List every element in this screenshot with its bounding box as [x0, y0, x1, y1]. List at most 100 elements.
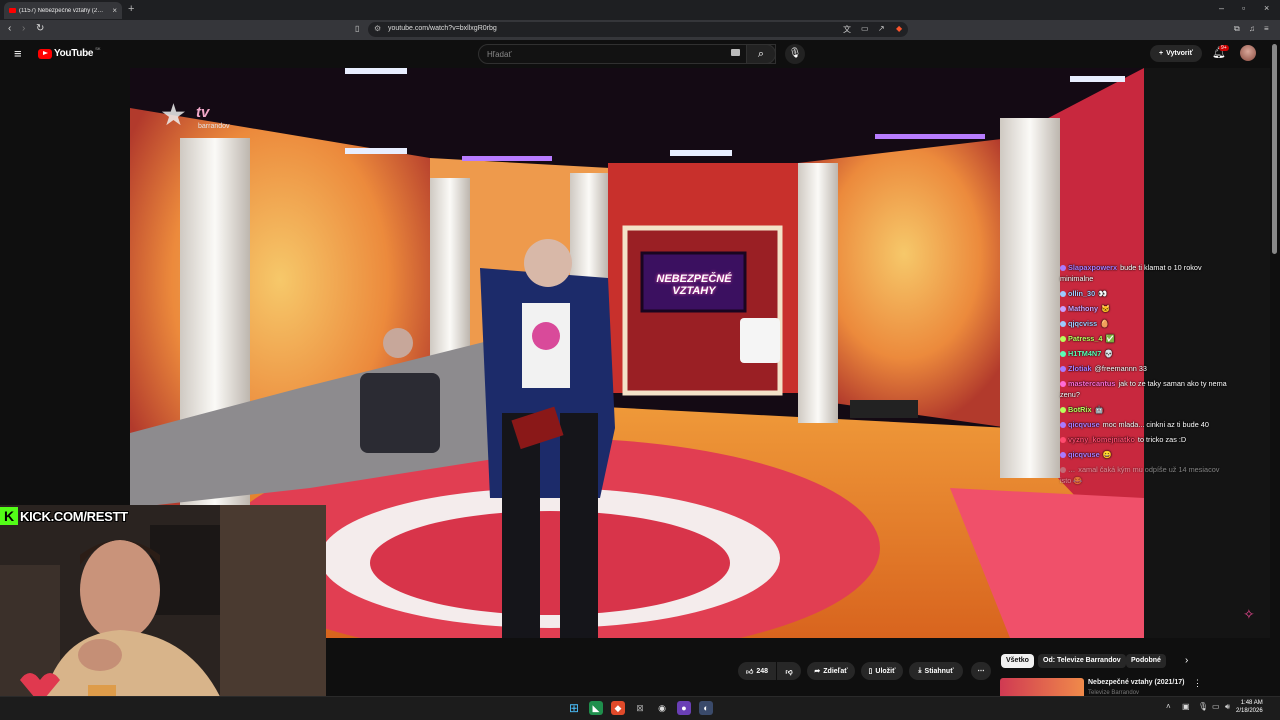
- chip-next-chevron-icon[interactable]: ›: [1185, 655, 1188, 666]
- chat-message: ollin_30 👀: [1060, 288, 1230, 299]
- chat-text: 🐱: [1101, 304, 1111, 313]
- url-text: youtube.com/watch?v=bxllxgR0rbg: [388, 25, 497, 32]
- tab-close-icon[interactable]: ×: [112, 6, 117, 15]
- download-button[interactable]: ⤓ Stiahnuť: [909, 662, 963, 680]
- tray-app-icon[interactable]: ▣: [1182, 702, 1190, 711]
- close-window-icon[interactable]: ×: [1264, 3, 1269, 13]
- youtube-favicon-icon: [9, 8, 16, 13]
- chip-from-channel[interactable]: Od: Televize Barrandov: [1038, 654, 1126, 668]
- forward-icon[interactable]: ›: [22, 23, 25, 34]
- like-button[interactable]: 👍︎ 248: [738, 662, 776, 680]
- microphone-tray-icon[interactable]: 🎙︎: [1198, 702, 1208, 711]
- hamburger-menu-icon[interactable]: ≡: [14, 46, 22, 61]
- reload-icon[interactable]: ↻: [36, 23, 44, 34]
- chat-message: BotRix 🤖: [1060, 404, 1230, 415]
- url-field[interactable]: ⚙ youtube.com/watch?v=bxllxgR0rbg: [368, 22, 908, 37]
- chat-badge-icon: [1060, 291, 1066, 298]
- share-button[interactable]: ➦ Zdieľať: [807, 662, 855, 680]
- chat-badge-icon: [1060, 422, 1066, 429]
- browser-tab-bar: [0, 0, 1280, 20]
- media-icon[interactable]: ♫: [1249, 24, 1255, 33]
- chat-message: qjqcviss 🥚: [1060, 318, 1230, 329]
- brave-shield-icon[interactable]: ◆: [896, 24, 902, 33]
- chat-badge-icon: [1060, 366, 1066, 373]
- app-icon-purple[interactable]: ●: [677, 701, 691, 715]
- microphone-icon: 🎙: [788, 48, 802, 59]
- create-button[interactable]: + Vytvoriť: [1150, 45, 1202, 62]
- chat-username: H1TM4N7: [1068, 349, 1102, 358]
- like-count: 248: [756, 667, 768, 675]
- recommended-video-title[interactable]: Nebezpečné vztahy (2021/17): [1088, 679, 1185, 686]
- chat-message: H1TM4N7 💀: [1060, 348, 1230, 359]
- search-button[interactable]: ⌕: [746, 44, 776, 64]
- kick-url: KICK.COM/RESTT: [20, 508, 128, 524]
- obs-icon[interactable]: ◉: [655, 701, 669, 715]
- recommended-more-icon[interactable]: ⋮: [1193, 678, 1202, 689]
- star-logo-icon: ★: [160, 99, 187, 132]
- more-actions-button[interactable]: ⋯: [971, 662, 991, 680]
- tray-chevron-icon[interactable]: ˄: [1166, 702, 1171, 711]
- keyboard-icon[interactable]: [731, 49, 740, 56]
- browser-menu-icon[interactable]: ≡: [1264, 24, 1269, 33]
- translate-icon[interactable]: 文: [843, 24, 851, 35]
- back-icon[interactable]: ‹: [8, 23, 11, 34]
- minimize-icon[interactable]: –: [1219, 3, 1224, 13]
- chat-username: qjqcviss: [1068, 319, 1098, 328]
- chat-badge-icon: [1060, 437, 1066, 444]
- chip-related[interactable]: Podobné: [1126, 654, 1166, 668]
- extensions-icon[interactable]: ⧉: [1234, 24, 1240, 34]
- stage-light-2: [462, 156, 552, 161]
- chat-text: to tricko zas :D: [1137, 435, 1187, 444]
- chat-username: Patress_4: [1068, 334, 1103, 343]
- share-icon[interactable]: ↗: [878, 24, 885, 33]
- stage-light-3: [670, 150, 732, 156]
- stage-light-5: [1070, 76, 1125, 82]
- thumbs-up-icon: 👍︎: [745, 668, 754, 676]
- download-label: Stiahnuť: [924, 667, 954, 675]
- stream-chat-overlay: Slapaxpowerx bude ti klamat o 10 rokov mi…: [1060, 262, 1230, 490]
- file-app-icon[interactable]: ◣: [589, 701, 603, 715]
- scrollbar-thumb[interactable]: [1272, 44, 1277, 254]
- taskbar-clock[interactable]: 1:48 AM 2/18/2026: [1236, 699, 1263, 715]
- chat-badge-icon: [1060, 381, 1066, 388]
- chat-message: Patress_4 ✅: [1060, 333, 1230, 344]
- youtube-play-icon: [38, 48, 52, 59]
- channel-watermark-name: barrandov: [198, 123, 230, 130]
- maximize-icon[interactable]: ▫: [1242, 3, 1245, 13]
- network-icon[interactable]: ▭: [1212, 702, 1220, 711]
- new-tab-button[interactable]: +: [128, 3, 134, 15]
- windows-start-icon[interactable]: ⊞: [567, 701, 581, 715]
- clock-time: 1:48 AM: [1240, 700, 1263, 706]
- dislike-button[interactable]: 👎︎: [777, 662, 801, 680]
- site-info-icon[interactable]: ⚙: [374, 24, 381, 33]
- browser-tab[interactable]: (1157) Nebezpečné vztahy (2… ×: [4, 2, 122, 19]
- save-label: Uložiť: [875, 667, 896, 675]
- chat-username: …: [1068, 465, 1076, 474]
- chat-text: xamal čaká kým mu odpíše už 14 mesiacov …: [1060, 465, 1220, 485]
- plus-icon: +: [1159, 50, 1164, 57]
- chat-badge-icon: [1060, 407, 1066, 414]
- streamer-face: [80, 540, 160, 640]
- voice-search-button[interactable]: 🎙: [785, 44, 805, 64]
- chip-all[interactable]: Všetko: [1001, 654, 1034, 668]
- host-leg-right: [560, 413, 598, 638]
- stage-light-1b: [345, 148, 407, 154]
- tab-title: (1157) Nebezpečné vztahy (2…: [19, 7, 104, 14]
- kick-banner: K KICK.COM/RESTT: [0, 506, 128, 526]
- chat-badge-icon: [1060, 452, 1066, 459]
- steam-icon[interactable]: ◐: [699, 701, 713, 715]
- save-button[interactable]: ▯ Uložiť: [861, 662, 903, 680]
- chat-username: Zlotiak: [1068, 364, 1092, 373]
- xbox-icon[interactable]: ⊠: [633, 701, 647, 715]
- bookmark-icon[interactable]: ▯: [355, 24, 359, 33]
- cast-icon[interactable]: ▭: [861, 24, 869, 33]
- brave-browser-icon[interactable]: ◆: [611, 701, 625, 715]
- youtube-logo[interactable]: YouTube SK: [38, 46, 101, 59]
- floor-speaker: [850, 400, 918, 418]
- user-avatar[interactable]: [1240, 45, 1256, 61]
- chat-message: … xamal čaká kým mu odpíše už 14 mesiacov…: [1060, 464, 1230, 486]
- notification-count-badge: 9+: [1219, 45, 1229, 51]
- volume-icon[interactable]: 🔊︎: [1225, 702, 1230, 712]
- stream-logo-icon: ✧: [1243, 606, 1255, 622]
- chat-message: mastercantus jak to ze taky saman ako ty …: [1060, 378, 1230, 400]
